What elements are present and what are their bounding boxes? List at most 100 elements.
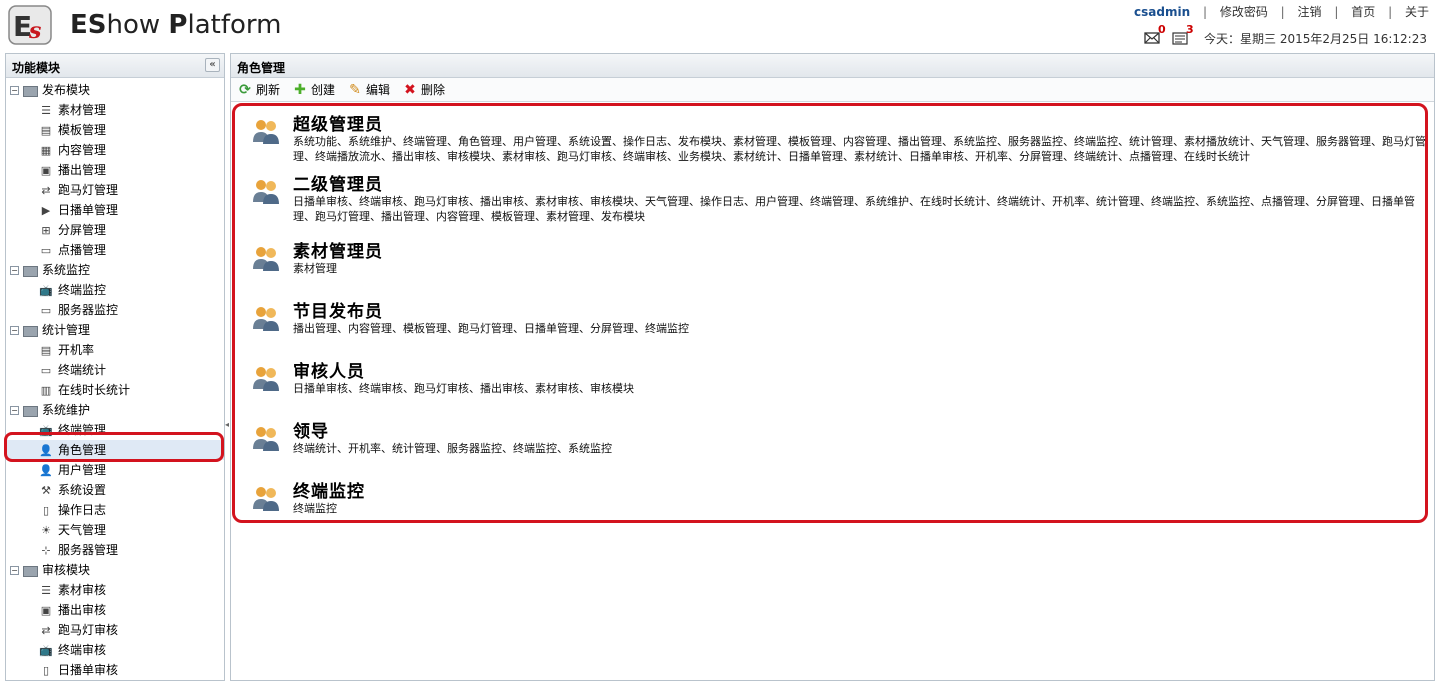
about-link[interactable]: 关于 bbox=[1405, 3, 1429, 20]
tree-group-publish[interactable]: − 发布模块 bbox=[6, 80, 224, 100]
tree-item-material-manage[interactable]: ☰ 素材管理 bbox=[6, 100, 224, 120]
tree-item-boot-rate[interactable]: ▤ 开机率 bbox=[6, 340, 224, 360]
audit-document-icon: ▣ bbox=[40, 603, 52, 617]
role-permissions: 日播单审核、终端审核、跑马灯审核、播出审核、素材审核、审核模块 bbox=[293, 382, 634, 395]
tree-item-system-settings[interactable]: ⚒ 系统设置 bbox=[6, 480, 224, 500]
tree-item-terminal-stats[interactable]: ▭ 终端统计 bbox=[6, 360, 224, 380]
role-name: 超级管理员 bbox=[293, 115, 383, 135]
tree-item-template-manage[interactable]: ▤ 模板管理 bbox=[6, 120, 224, 140]
play-icon: ▶ bbox=[41, 203, 51, 217]
username-link[interactable]: csadmin bbox=[1134, 5, 1190, 19]
role-permissions: 播出管理、内容管理、模板管理、跑马灯管理、日播单管理、分屏管理、终端监控 bbox=[293, 322, 689, 335]
person-icon: 👤 bbox=[39, 443, 53, 457]
tree-item-daily-schedule-manage[interactable]: ▶ 日播单管理 bbox=[6, 200, 224, 220]
collapse-toggle-icon[interactable]: − bbox=[10, 266, 19, 275]
top-links: csadmin | 修改密码 | 注销 | 首页 | 关于 bbox=[1134, 3, 1429, 20]
refresh-icon: ⟳ bbox=[239, 81, 251, 98]
network-icon: ⊹ bbox=[41, 543, 51, 557]
role-name: 领导 bbox=[293, 422, 329, 442]
tv-icon: 📺 bbox=[39, 283, 53, 297]
monitor-icon: ▭ bbox=[40, 363, 52, 377]
tree-item-operation-log[interactable]: ▯ 操作日志 bbox=[6, 500, 224, 520]
role-name: 终端监控 bbox=[293, 482, 365, 502]
tree-item-vod-manage[interactable]: ▭ 点播管理 bbox=[6, 240, 224, 260]
bar-chart-icon: ▥ bbox=[40, 383, 52, 397]
panel-title: 角色管理 bbox=[231, 54, 1434, 78]
collapse-toggle-icon[interactable]: − bbox=[10, 326, 19, 335]
svg-text:s: s bbox=[28, 18, 41, 44]
module-tree: − 发布模块 ☰ 素材管理 ▤ 模板管理 ▦ 内容管理 ▣ 播出管理 ⇄ 跑马灯管理 ▶ 日播… bbox=[6, 78, 224, 680]
document-icon: ▣ bbox=[40, 163, 52, 177]
tree-item-terminal-monitor[interactable]: 📺 终端监控 bbox=[6, 280, 224, 300]
report-icon: ▤ bbox=[40, 343, 52, 357]
role-permissions: 日播单审核、终端审核、跑马灯审核、播出审核、素材审核、审核模块、天气管理、操作日… bbox=[293, 195, 1415, 223]
home-link[interactable]: 首页 bbox=[1351, 3, 1375, 20]
collapse-sidebar-button[interactable]: « bbox=[205, 58, 220, 72]
tree-group-statistics[interactable]: − 统计管理 bbox=[6, 320, 224, 340]
change-password-link[interactable]: 修改密码 bbox=[1220, 3, 1268, 20]
users-icon bbox=[253, 247, 279, 271]
tree-group-system-maintenance[interactable]: − 系统维护 bbox=[6, 400, 224, 420]
tree-item-role-manage[interactable]: 👤 角色管理 bbox=[6, 440, 224, 460]
tree-item-split-screen-manage[interactable]: ⊞ 分屏管理 bbox=[6, 220, 224, 240]
tree-item-broadcast-audit[interactable]: ▣ 播出审核 bbox=[6, 600, 224, 620]
audit-list-icon: ☰ bbox=[41, 583, 51, 597]
collapse-toggle-icon[interactable]: − bbox=[10, 406, 19, 415]
folder-icon bbox=[22, 84, 38, 97]
refresh-button[interactable]: ⟳ 刷新 bbox=[237, 81, 280, 98]
function-module-sidebar: 功能模块 « − 发布模块 ☰ 素材管理 ▤ 模板管理 ▦ 内容管理 ▣ 播出管理 ⇄ 跑马… bbox=[5, 53, 225, 681]
tree-item-server-manage[interactable]: ⊹ 服务器管理 bbox=[6, 540, 224, 560]
users-icon bbox=[253, 427, 279, 451]
clipboard-icon: ▯ bbox=[42, 663, 50, 677]
tree-group-system-monitor[interactable]: − 系统监控 bbox=[6, 260, 224, 280]
folder-icon bbox=[22, 324, 38, 337]
sidebar-header: 功能模块 « bbox=[6, 54, 224, 78]
logout-link[interactable]: 注销 bbox=[1298, 3, 1322, 20]
delete-button[interactable]: ✖ 删除 bbox=[402, 81, 445, 98]
tree-item-terminal-audit[interactable]: 📺 终端审核 bbox=[6, 640, 224, 660]
folder-icon bbox=[22, 564, 38, 577]
tv-icon: 📺 bbox=[39, 423, 53, 437]
users-icon bbox=[253, 487, 279, 511]
users-icon bbox=[253, 307, 279, 331]
users-icon bbox=[253, 367, 279, 391]
message-count-badge: 3 bbox=[1186, 22, 1194, 36]
message-list-icon[interactable]: 3 bbox=[1172, 23, 1194, 47]
users-icon bbox=[253, 120, 279, 144]
tree-item-user-manage[interactable]: 👤 用户管理 bbox=[6, 460, 224, 480]
tree-group-audit[interactable]: − 审核模块 bbox=[6, 560, 224, 580]
tree-item-server-monitor[interactable]: ▭ 服务器监控 bbox=[6, 300, 224, 320]
create-button[interactable]: ✚ 创建 bbox=[292, 81, 335, 98]
tree-item-broadcast-manage[interactable]: ▣ 播出管理 bbox=[6, 160, 224, 180]
tv-icon: 📺 bbox=[39, 643, 53, 657]
eshow-logo-icon: E s bbox=[8, 5, 52, 45]
tree-item-content-manage[interactable]: ▦ 内容管理 bbox=[6, 140, 224, 160]
monitor-icon: ▭ bbox=[40, 243, 52, 257]
sun-icon: ☀ bbox=[41, 523, 51, 537]
collapse-toggle-icon[interactable]: − bbox=[10, 86, 19, 95]
app-title: EShow Platform bbox=[70, 10, 282, 40]
role-permissions: 终端监控 bbox=[293, 502, 337, 515]
template-icon: ▤ bbox=[40, 123, 52, 137]
app-header: E s EShow Platform csadmin | 修改密码 | 注销 |… bbox=[0, 0, 1435, 50]
role-name: 审核人员 bbox=[293, 362, 365, 382]
collapse-toggle-icon[interactable]: − bbox=[10, 566, 19, 575]
date-time-text: 今天：星期三 2015年2月25日 16:12:23 bbox=[1204, 32, 1427, 46]
users-icon bbox=[253, 180, 279, 204]
swap-arrows-icon: ⇄ bbox=[41, 623, 51, 637]
folder-icon bbox=[22, 404, 38, 417]
role-list: 超级管理员 系统功能、系统维护、终端管理、角色管理、用户管理、系统设置、操作日志… bbox=[240, 110, 1430, 520]
tree-item-terminal-manage[interactable]: 📺 终端管理 bbox=[6, 420, 224, 440]
monitor-icon: ▭ bbox=[40, 303, 52, 317]
role-name: 素材管理员 bbox=[293, 242, 383, 262]
mail-icon[interactable]: 0 bbox=[1144, 23, 1166, 47]
tree-item-weather-manage[interactable]: ☀ 天气管理 bbox=[6, 520, 224, 540]
role-permissions: 系统功能、系统维护、终端管理、角色管理、用户管理、系统设置、操作日志、发布模块、… bbox=[293, 135, 1426, 163]
plus-icon: ✚ bbox=[294, 81, 306, 98]
tree-item-online-duration-stats[interactable]: ▥ 在线时长统计 bbox=[6, 380, 224, 400]
tree-item-daily-schedule-audit[interactable]: ▯ 日播单审核 bbox=[6, 660, 224, 680]
tree-item-material-audit[interactable]: ☰ 素材审核 bbox=[6, 580, 224, 600]
tree-item-marquee-audit[interactable]: ⇄ 跑马灯审核 bbox=[6, 620, 224, 640]
tree-item-marquee-manage[interactable]: ⇄ 跑马灯管理 bbox=[6, 180, 224, 200]
edit-button[interactable]: ✎ 编辑 bbox=[347, 81, 390, 98]
